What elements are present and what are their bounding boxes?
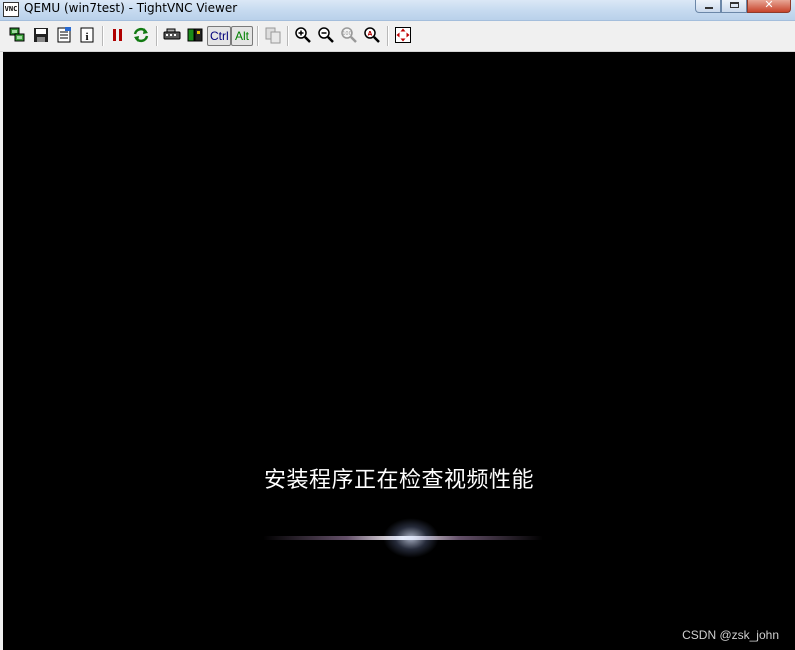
alt-lock-button[interactable]: Alt: [231, 26, 253, 46]
loading-glow-orb: [383, 518, 439, 558]
toolbar-separator: [387, 26, 389, 46]
info-icon[interactable]: i: [78, 26, 96, 44]
remote-desktop-view[interactable]: 安装程序正在检查视频性能 CSDN @zsk_john: [3, 52, 795, 650]
fullscreen-icon[interactable]: [394, 26, 412, 44]
svg-text:100: 100: [342, 31, 352, 37]
close-icon: ✕: [764, 0, 774, 11]
toolbar-separator: [156, 26, 158, 46]
transfer-files-icon[interactable]: [264, 26, 282, 44]
toolbar-separator: [257, 26, 259, 46]
minimize-button[interactable]: [695, 0, 721, 13]
zoom-out-icon[interactable]: [317, 26, 335, 44]
minimize-icon: [705, 7, 713, 9]
vnc-app-icon[interactable]: VNC: [3, 2, 19, 17]
title-bar: VNC QEMU (win7test) - TightVNC Viewer ✕: [0, 0, 795, 21]
send-ctrl-alt-del-icon[interactable]: [163, 26, 181, 44]
zoom-in-icon[interactable]: [294, 26, 312, 44]
svg-text:A: A: [368, 31, 373, 38]
maximize-button[interactable]: [721, 0, 747, 13]
window-title: QEMU (win7test) - TightVNC Viewer: [24, 1, 238, 15]
options-icon[interactable]: [55, 26, 73, 44]
maximize-icon: [730, 2, 739, 8]
pause-icon[interactable]: [109, 26, 127, 44]
save-icon[interactable]: [32, 26, 50, 44]
send-ctrl-esc-icon[interactable]: [186, 26, 204, 44]
zoom-100-icon[interactable]: 100: [340, 26, 358, 44]
toolbar-separator: [287, 26, 289, 46]
new-connection-icon[interactable]: [9, 26, 27, 44]
svg-text:i: i: [85, 31, 88, 43]
ctrl-lock-button[interactable]: Ctrl: [207, 26, 231, 46]
window-controls: ✕: [695, 0, 795, 14]
toolbar: i Ctrl Alt 100 A: [0, 21, 795, 52]
refresh-icon[interactable]: [132, 26, 150, 44]
zoom-auto-icon[interactable]: A: [363, 26, 381, 44]
close-button[interactable]: ✕: [747, 0, 791, 13]
setup-status-message: 安装程序正在检查视频性能: [263, 468, 534, 493]
watermark: CSDN @zsk_john: [682, 628, 779, 642]
toolbar-separator: [102, 26, 104, 46]
